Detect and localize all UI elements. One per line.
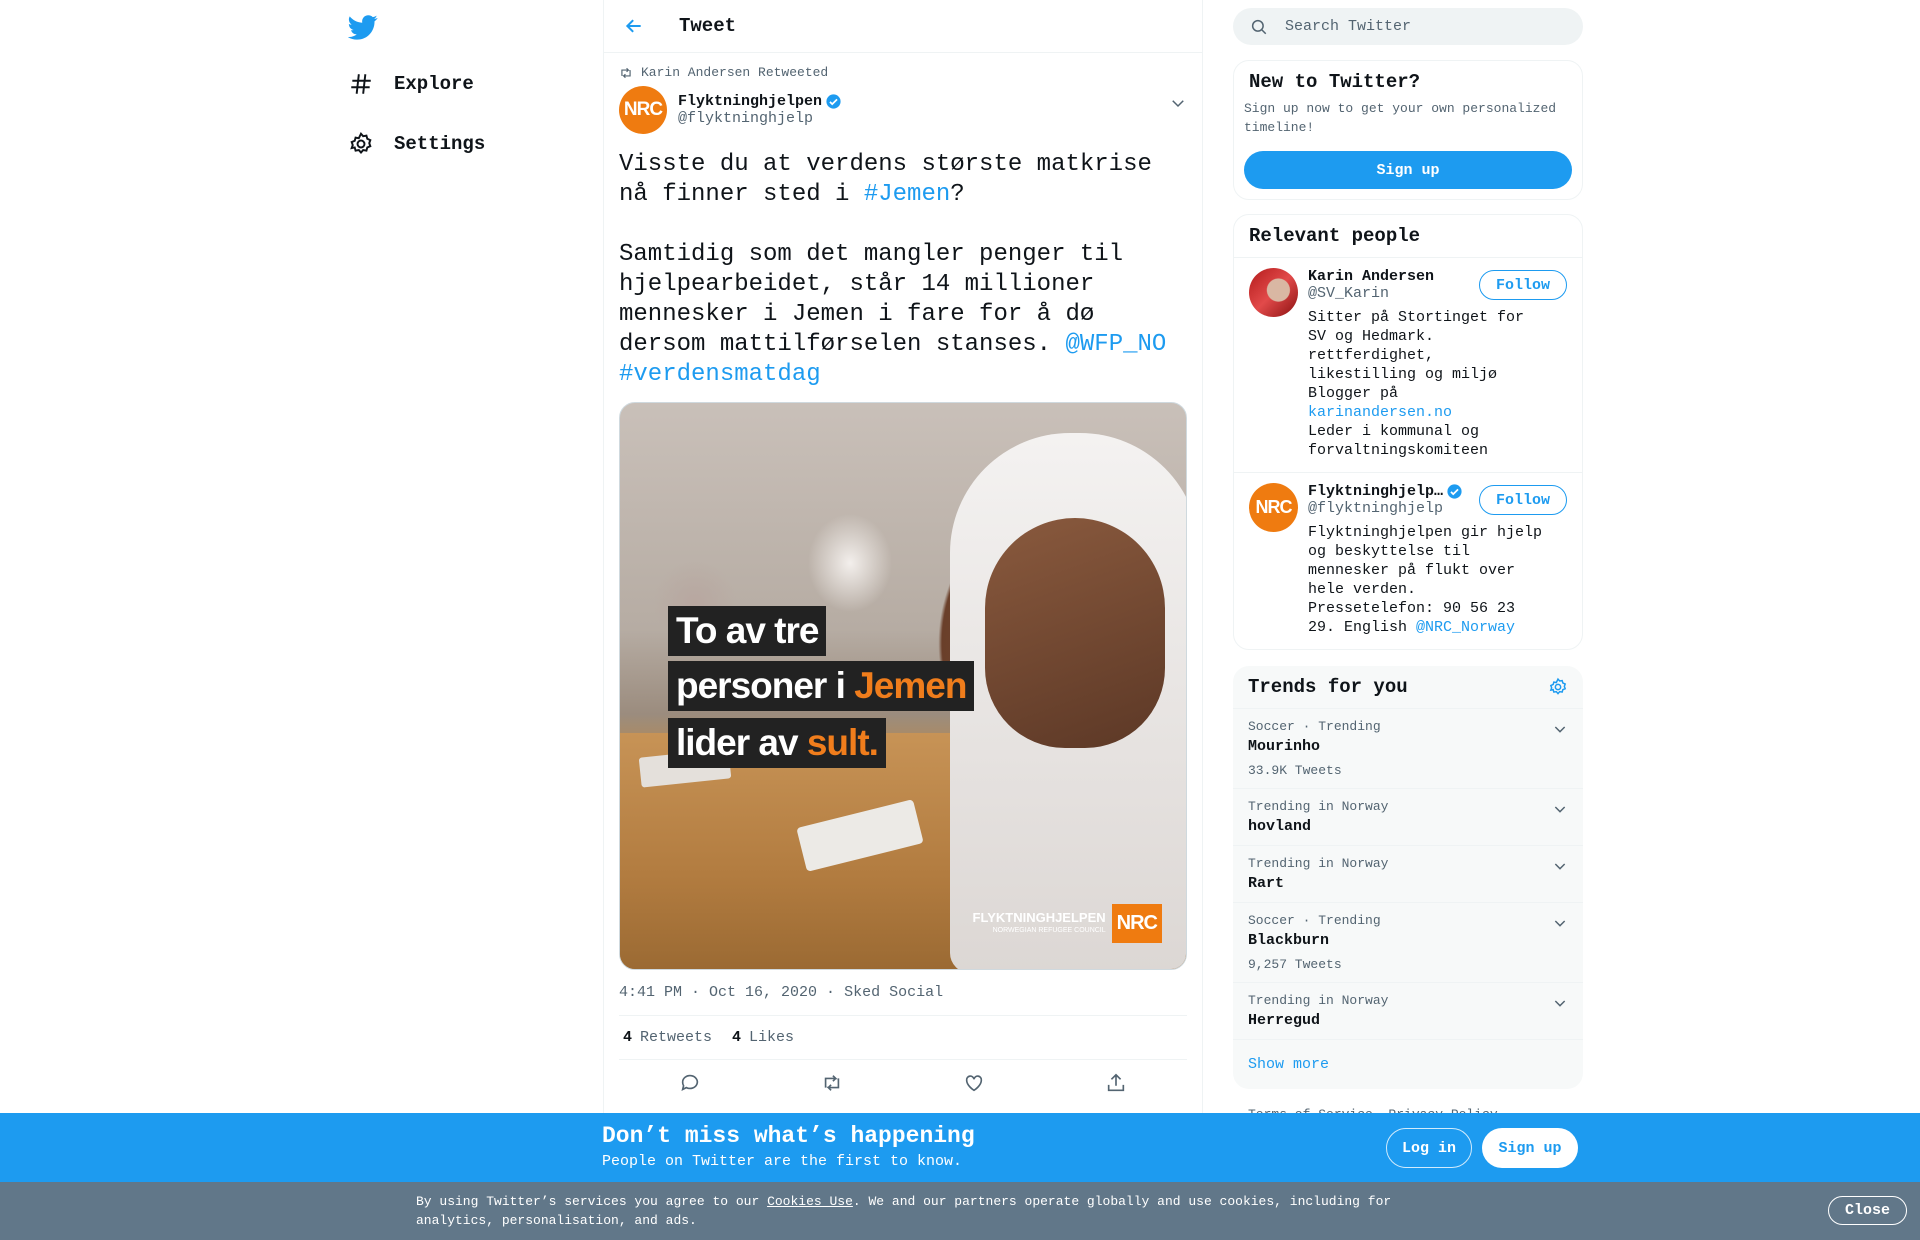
trend-name: Blackburn — [1248, 932, 1330, 949]
cookie-banner: By using Twitter’s services you agree to… — [0, 1182, 1920, 1240]
likes-stat[interactable]: 4 Likes — [732, 1029, 794, 1046]
follow-button[interactable]: Follow — [1478, 270, 1567, 300]
signup-button[interactable]: Sign up — [1482, 1128, 1578, 1168]
trend-context: Trending in Norway — [1248, 799, 1389, 814]
trends-card: Trends for you Soccer · Trending Mourinh… — [1233, 666, 1583, 1089]
login-prompt-bar: Don’t miss what’s happening People on Tw… — [0, 1113, 1920, 1182]
image-face — [985, 518, 1165, 748]
right-sidebar: Search Twitter New to Twitter? Sign up n… — [1233, 0, 1583, 1122]
trend-name: Herregud — [1248, 1012, 1321, 1029]
person-name[interactable]: Flyktninghjelp… — [1308, 483, 1443, 500]
cookie-text: By using Twitter’s services you agree to… — [416, 1194, 1392, 1228]
follow-button[interactable]: Follow — [1478, 485, 1567, 515]
trend-name: Rart — [1248, 875, 1285, 892]
chevron-down-icon[interactable] — [1552, 915, 1568, 931]
like-heart-icon[interactable] — [963, 1072, 985, 1094]
nav-explore[interactable]: Explore — [348, 64, 474, 104]
tweet: Karin Andersen Retweeted NRC Flyktninghj… — [604, 65, 1202, 1094]
trend-item[interactable]: Soccer · Trending Mourinho 33.9K Tweets — [1233, 709, 1583, 789]
bio-link[interactable]: @NRC_Norway — [1416, 619, 1515, 636]
image-caption-line2: personer i Jemen — [668, 661, 975, 711]
tweet-author[interactable]: NRC Flyktninghjelpen @flyktninghjelp — [619, 86, 1187, 134]
person-bio: Flyktninghjelpen gir hjelp og beskyttels… — [1308, 524, 1543, 636]
login-prompt-title: Don’t miss what’s happening — [602, 1123, 975, 1149]
retweet-context[interactable]: Karin Andersen Retweeted — [619, 65, 1187, 80]
new-to-twitter-subtitle: Sign up now to get your own personalized… — [1244, 101, 1557, 135]
chevron-down-icon[interactable] — [1552, 858, 1568, 874]
verified-badge-icon — [1447, 484, 1462, 499]
nav-settings[interactable]: Settings — [348, 124, 485, 164]
tweet-actions — [619, 1060, 1187, 1094]
show-more-link[interactable]: Show more — [1233, 1040, 1583, 1089]
chevron-down-icon[interactable] — [1552, 995, 1568, 1011]
tweet-stats: 4 Retweets 4 Likes — [619, 1016, 1187, 1060]
trend-count: 9,257 Tweets — [1248, 957, 1342, 972]
tweet-image[interactable]: To av tre personer i Jemen lider av sult… — [619, 402, 1187, 970]
tweet-source[interactable]: Sked Social — [844, 984, 943, 1001]
nav-settings-label: Settings — [394, 133, 486, 155]
back-arrow-icon[interactable] — [624, 16, 644, 36]
author-handle[interactable]: @flyktninghjelp — [678, 110, 842, 127]
close-button[interactable]: Close — [1828, 1196, 1908, 1225]
chevron-down-icon[interactable] — [1169, 94, 1187, 112]
avatar[interactable]: NRC — [1249, 483, 1298, 532]
sidebar-signup-button[interactable]: Sign up — [1244, 151, 1572, 189]
page-header: Tweet — [604, 0, 1202, 53]
chevron-down-icon[interactable] — [1552, 721, 1568, 737]
new-to-twitter-card: New to Twitter? Sign up now to get your … — [1233, 60, 1583, 200]
relevant-people-card: Relevant people Karin Andersen @SV_Karin… — [1233, 214, 1583, 650]
mention-link[interactable]: @WFP_NO — [1065, 331, 1166, 358]
hashtag-link[interactable]: #verdensmatdag — [619, 361, 821, 388]
main-column: Tweet Karin Andersen Retweeted NRC Flykt… — [603, 0, 1203, 1240]
bio-link[interactable]: karinandersen.no — [1308, 404, 1452, 421]
trend-count: 33.9K Tweets — [1248, 763, 1342, 778]
tweet-meta: 4:41 PM · Oct 16, 2020 · Sked Social — [619, 984, 1187, 1016]
image-caption-line1: To av tre — [668, 606, 827, 656]
trend-name: Mourinho — [1248, 738, 1321, 755]
trend-item[interactable]: Soccer · Trending Blackburn 9,257 Tweets — [1233, 903, 1583, 983]
search-input[interactable]: Search Twitter — [1285, 18, 1411, 35]
trend-name: hovland — [1248, 818, 1312, 835]
retweet-icon — [621, 67, 631, 78]
relevant-people-title: Relevant people — [1249, 225, 1421, 247]
nav-explore-label: Explore — [394, 73, 474, 95]
retweeted-by: Karin Andersen Retweeted — [641, 65, 829, 80]
trend-item[interactable]: Trending in Norway hovland — [1233, 789, 1583, 846]
search-box[interactable]: Search Twitter — [1233, 8, 1583, 45]
image-caption-line3: lider av sult. — [668, 718, 886, 768]
avatar[interactable] — [1249, 268, 1298, 317]
person-karin[interactable]: Karin Andersen @SV_Karin Sitter på Stort… — [1234, 257, 1582, 472]
cookies-use-link[interactable]: Cookies Use — [767, 1194, 853, 1209]
gear-icon — [350, 131, 372, 155]
trend-context: Soccer · Trending — [1248, 913, 1381, 928]
hashtag-icon — [351, 74, 371, 94]
login-prompt-subtitle: People on Twitter are the first to know. — [602, 1153, 963, 1170]
twitter-bird-icon[interactable] — [348, 12, 378, 42]
page-title: Tweet — [679, 15, 737, 37]
tweet-timestamp[interactable]: 4:41 PM · Oct 16, 2020 — [619, 984, 817, 1001]
trends-title: Trends for you — [1248, 676, 1408, 698]
trend-context: Trending in Norway — [1248, 856, 1389, 871]
author-name[interactable]: Flyktninghjelpen — [678, 93, 822, 110]
author-avatar[interactable]: NRC — [619, 86, 667, 134]
search-icon — [1251, 19, 1267, 34]
retweets-stat[interactable]: 4 Retweets — [623, 1029, 712, 1046]
reply-icon[interactable] — [679, 1072, 701, 1094]
verified-badge-icon — [826, 94, 841, 109]
share-icon[interactable] — [1105, 1072, 1127, 1094]
trend-item[interactable]: Trending in Norway Herregud — [1233, 983, 1583, 1040]
gear-icon[interactable] — [1548, 677, 1568, 697]
person-bio: Sitter på Stortinget for SV og Hedmark. … — [1308, 309, 1525, 459]
trend-item[interactable]: Trending in Norway Rart — [1233, 846, 1583, 903]
tweet-text: Visste du at verdens største matkrise nå… — [619, 150, 1187, 390]
new-to-twitter-title: New to Twitter? — [1249, 71, 1421, 93]
trend-context: Soccer · Trending — [1248, 719, 1381, 734]
login-button[interactable]: Log in — [1386, 1128, 1472, 1168]
retweet-icon[interactable] — [821, 1072, 843, 1094]
trend-context: Trending in Norway — [1248, 993, 1389, 1008]
chevron-down-icon[interactable] — [1552, 801, 1568, 817]
person-flyktninghjelpen[interactable]: NRC Flyktninghjelp… @flyktninghjelp Flyk… — [1234, 472, 1582, 649]
hashtag-link[interactable]: #Jemen — [864, 181, 950, 208]
nrc-logo: FLYKTNINGHJELPEN NORWEGIAN REFUGEE COUNCI… — [973, 904, 1162, 943]
